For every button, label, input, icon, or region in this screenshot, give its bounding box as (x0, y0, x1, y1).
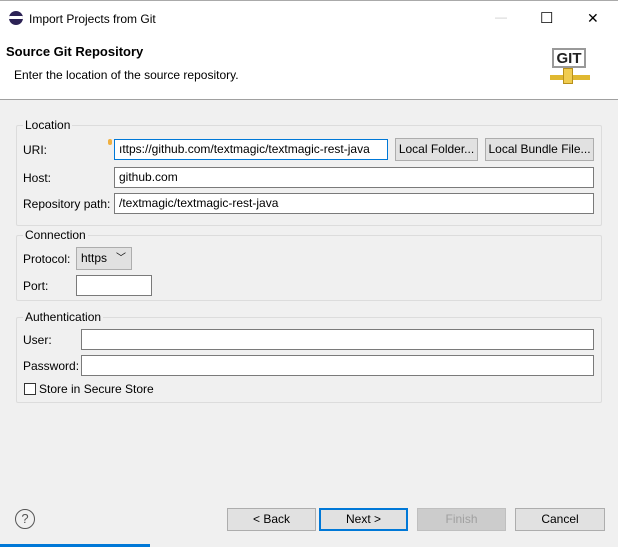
wizard-header: Source Git Repository Enter the location… (0, 36, 618, 100)
minimize-button[interactable]: — (495, 10, 507, 24)
port-input[interactable] (76, 275, 152, 296)
chevron-down-icon: ﹀ (116, 253, 126, 264)
help-button[interactable]: ? (15, 509, 35, 529)
user-input[interactable] (81, 329, 594, 350)
page-description: Enter the location of the source reposit… (14, 68, 239, 82)
local-bundle-file-button[interactable]: Local Bundle File... (485, 138, 594, 161)
repository-path-input[interactable]: /textmagic/textmagic-rest-java (114, 193, 594, 214)
window-title: Import Projects from Git (29, 12, 156, 26)
close-button[interactable]: ✕ (587, 10, 599, 27)
content-assist-icon (108, 139, 112, 145)
protocol-label: Protocol: (23, 252, 71, 266)
git-logo-icon: GIT (550, 46, 594, 90)
password-input[interactable] (81, 355, 594, 376)
port-label: Port: (23, 279, 49, 293)
user-label: User: (23, 333, 52, 347)
local-folder-button[interactable]: Local Folder... (395, 138, 478, 161)
secure-store-label[interactable]: Store in Secure Store (39, 382, 154, 396)
host-input[interactable]: github.com (114, 167, 594, 188)
finish-button: Finish (417, 508, 506, 531)
protocol-value: https (81, 251, 108, 265)
page-title: Source Git Repository (6, 44, 144, 59)
title-bar: Import Projects from Git — ☐ ✕ (0, 0, 618, 36)
location-label: Location (23, 118, 73, 132)
eclipse-icon (9, 11, 23, 25)
repository-path-label: Repository path: (23, 197, 111, 211)
uri-label: URI: (23, 143, 47, 157)
protocol-select[interactable]: https ﹀ (76, 247, 132, 270)
password-label: Password: (23, 359, 80, 373)
back-button[interactable]: < Back (227, 508, 316, 531)
maximize-button[interactable]: ☐ (540, 9, 553, 27)
authentication-label: Authentication (23, 310, 104, 324)
connection-label: Connection (23, 228, 88, 242)
next-button[interactable]: Next > (319, 508, 408, 531)
host-label: Host: (23, 171, 52, 185)
uri-input[interactable]: ıttps://github.com/textmagic/textmagic-r… (114, 139, 388, 160)
secure-store-checkbox[interactable] (24, 383, 36, 395)
cancel-button[interactable]: Cancel (515, 508, 605, 531)
